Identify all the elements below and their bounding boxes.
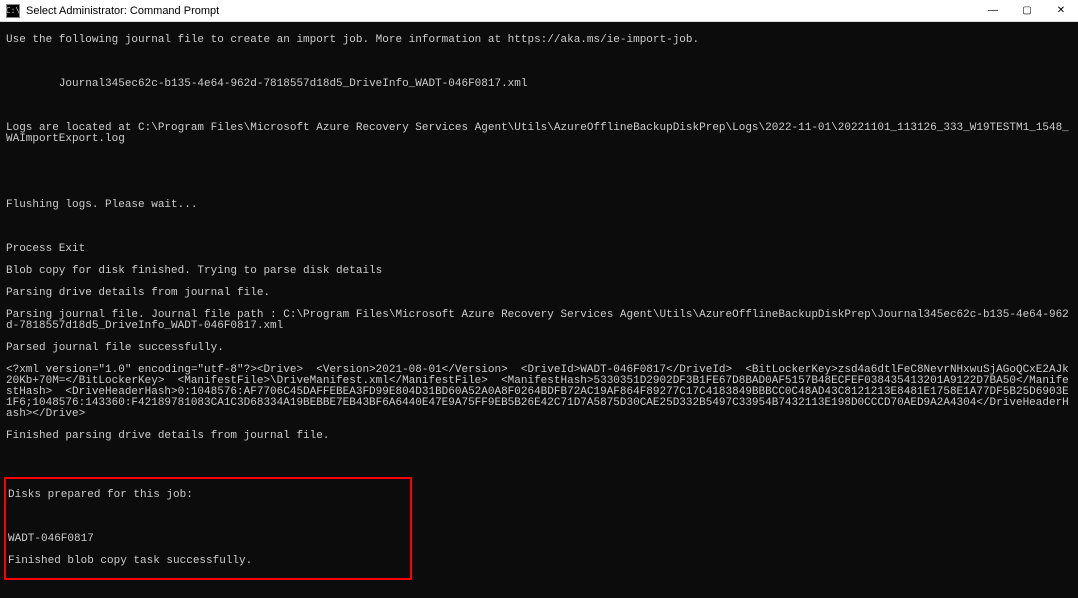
output-line	[6, 178, 1072, 189]
output-line: Finished parsing drive details from jour…	[6, 431, 1072, 442]
output-line: Logs are located at C:\Program Files\Mic…	[6, 123, 1072, 145]
output-line	[6, 57, 1072, 68]
output-line: Finished blob copy task successfully.	[8, 556, 408, 567]
output-line	[6, 453, 1072, 464]
output-line	[6, 222, 1072, 233]
output-line: Parsing drive details from journal file.	[6, 288, 1072, 299]
maximize-button[interactable]: ▢	[1010, 0, 1044, 22]
output-line: Process Exit	[6, 244, 1072, 255]
output-line: <?xml version="1.0" encoding="utf-8"?><D…	[6, 365, 1072, 420]
output-line	[8, 512, 408, 523]
output-line	[6, 101, 1072, 112]
window-controls: — ▢ ✕	[976, 0, 1078, 22]
output-line: Blob copy for disk finished. Trying to p…	[6, 266, 1072, 277]
output-line	[6, 156, 1072, 167]
close-button[interactable]: ✕	[1044, 0, 1078, 22]
output-line: WADT-046F0817	[8, 534, 408, 545]
cmd-icon: C:\	[6, 4, 20, 18]
window-title-bar: C:\ Select Administrator: Command Prompt…	[0, 0, 1078, 22]
output-line: Journal345ec62c-b135-4e64-962d-7818557d1…	[6, 79, 1072, 90]
terminal-output[interactable]: Use the following journal file to create…	[0, 22, 1078, 598]
title-bar-left: C:\ Select Administrator: Command Prompt	[6, 4, 219, 18]
output-line: Parsing journal file. Journal file path …	[6, 310, 1072, 332]
output-line: Use the following journal file to create…	[6, 35, 1072, 46]
output-line: Flushing logs. Please wait...	[6, 200, 1072, 211]
minimize-button[interactable]: —	[976, 0, 1010, 22]
highlight-box-disks: Disks prepared for this job: WADT-046F08…	[4, 477, 412, 580]
output-line: Disks prepared for this job:	[8, 490, 408, 501]
window-title: Select Administrator: Command Prompt	[26, 5, 219, 17]
output-line: Parsed journal file successfully.	[6, 343, 1072, 354]
output-line	[6, 593, 1072, 598]
